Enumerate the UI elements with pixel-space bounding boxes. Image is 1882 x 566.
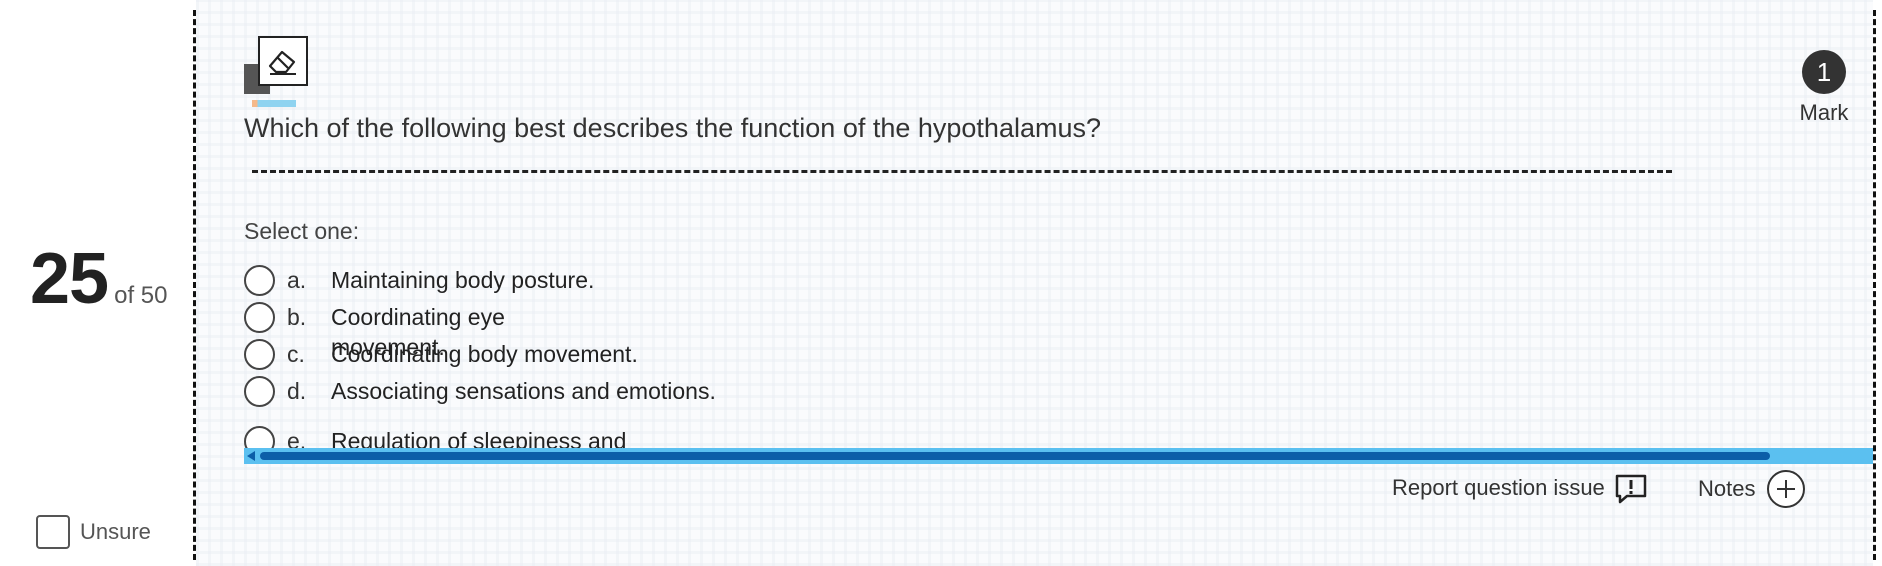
question-page: 25 of 50 Unsure Which of the following b…: [0, 0, 1882, 566]
answer-radio[interactable]: [244, 302, 275, 333]
eraser-icon-svg: [268, 50, 296, 75]
question-counter: 25 of 50: [30, 243, 167, 315]
mark-count: 1: [1802, 50, 1846, 94]
report-issue-icon: [1615, 474, 1647, 504]
answer-letter: a.: [287, 267, 307, 293]
report-issue-button[interactable]: Report question issue: [1392, 474, 1647, 504]
question-nav-rail: 25 of 50 Unsure: [0, 0, 193, 566]
answer-letter: c.: [287, 341, 305, 367]
notes-button[interactable]: Notes: [1698, 470, 1806, 508]
question-number: 25: [30, 239, 109, 319]
mark-badge: 1 Mark: [1784, 50, 1864, 126]
plus-icon[interactable]: [1767, 470, 1806, 508]
answer-option-d[interactable]: d. Associating sensations and emotions.: [244, 376, 716, 407]
answer-letter: d.: [287, 378, 307, 404]
answer-letter: b.: [287, 304, 307, 330]
eraser-icon[interactable]: [244, 36, 308, 108]
answer-text: Associating sensations and emotions.: [331, 378, 716, 404]
unsure-toggle[interactable]: Unsure: [36, 515, 151, 549]
eraser-icon-glyph: [258, 36, 308, 86]
answer-radio[interactable]: [244, 339, 275, 370]
question-panel: Which of the following best describes th…: [196, 0, 1873, 566]
answer-list: a. Maintaining body posture. b. Coordina…: [244, 258, 1824, 452]
answer-radio[interactable]: [244, 265, 275, 296]
answers-horizontal-scrollbar[interactable]: [244, 448, 1873, 464]
scroll-left-icon[interactable]: [247, 451, 255, 461]
report-issue-label: Report question issue: [1392, 475, 1605, 500]
question-divider: [252, 170, 1672, 173]
answer-text: Coordinating body movement.: [331, 341, 638, 367]
mark-label: Mark: [1799, 100, 1849, 125]
notes-label: Notes: [1698, 476, 1756, 501]
scrollbar-thumb[interactable]: [260, 452, 1770, 460]
answer-option-c[interactable]: c. Coordinating body movement.: [244, 339, 638, 370]
question-text: Which of the following best describes th…: [244, 113, 1101, 143]
answer-text: Maintaining body posture.: [331, 267, 595, 293]
answer-option-a[interactable]: a. Maintaining body posture.: [244, 265, 594, 296]
answer-radio[interactable]: [244, 376, 275, 407]
unsure-checkbox[interactable]: [36, 515, 70, 549]
select-instruction: Select one:: [244, 218, 360, 244]
question-total: of 50: [114, 282, 168, 309]
unsure-label: Unsure: [80, 519, 151, 544]
right-divider: [1873, 10, 1876, 560]
